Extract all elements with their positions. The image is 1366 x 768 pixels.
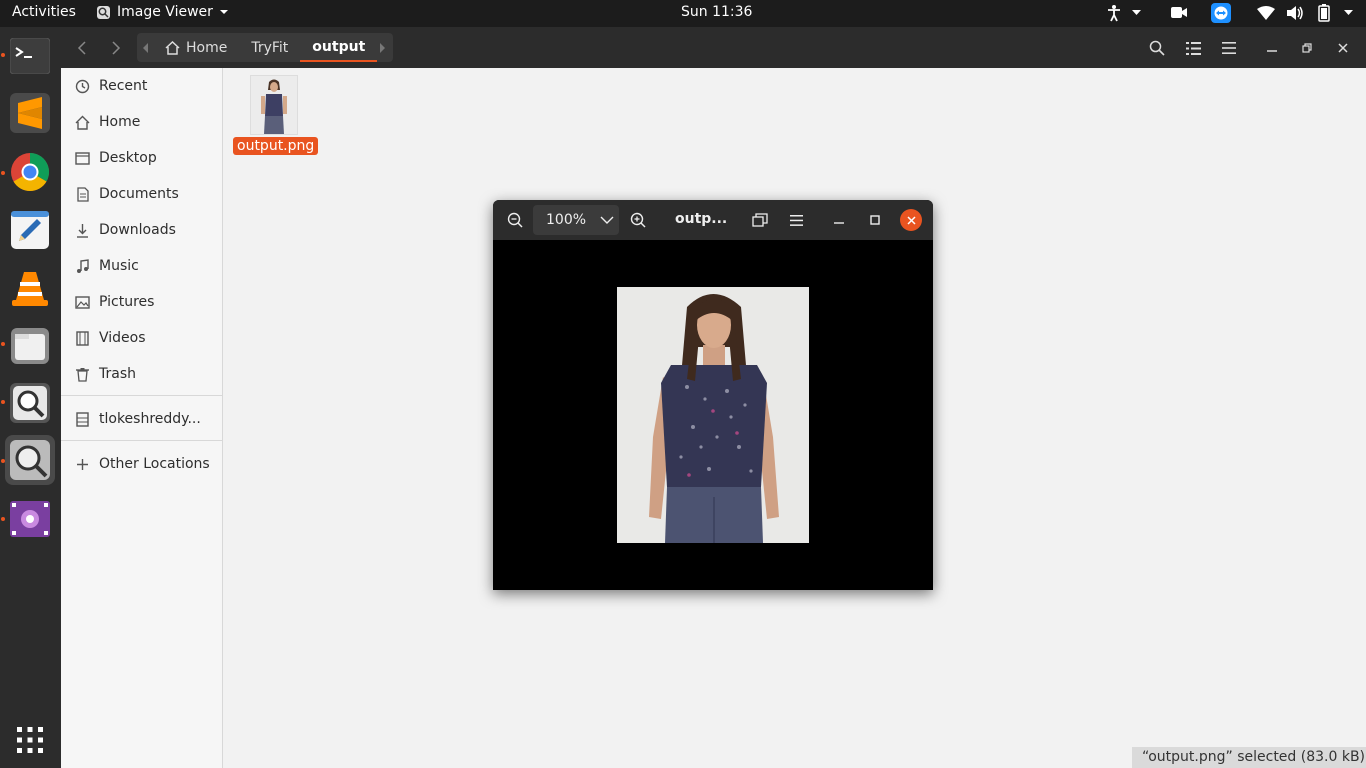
music-icon [75,258,90,274]
show-applications-icon[interactable] [5,715,55,765]
sidebar-item-label: tlokeshreddy... [99,411,201,427]
volume-icon[interactable] [1286,5,1304,21]
breadcrumb: Home TryFit output [137,33,394,62]
sidebar-item-label: Desktop [99,150,157,166]
sidebar-item-trash[interactable]: Trash [61,359,223,389]
back-button[interactable] [68,35,96,61]
chevron-down-icon [600,216,614,224]
close-button[interactable] [1329,35,1357,61]
video-player-icon[interactable] [5,494,55,544]
sublime-text-icon[interactable] [5,88,55,138]
sidebar-item-label: Pictures [99,294,155,310]
sidebar-item-label: Music [99,258,139,274]
top-bar: Activities Image Viewer Sun 11:36 [0,0,1366,27]
breadcrumb-left-arrow-icon[interactable] [137,42,153,53]
minimize-button[interactable] [1258,35,1286,61]
sidebar-item-documents[interactable]: Documents [61,179,223,209]
sidebar-divider [61,440,223,441]
list-view-button[interactable] [1179,35,1207,61]
home-icon [165,40,180,55]
sidebar-item-label: Downloads [99,222,176,238]
file-thumbnail[interactable] [250,75,298,135]
camera-icon[interactable] [1170,6,1188,19]
plus-icon [75,457,90,472]
zoom-level-dropdown[interactable]: 100% [533,205,619,235]
zoom-in-button[interactable] [626,208,650,232]
sidebar-item-home[interactable]: Home [61,107,223,137]
desktop-icon [75,151,90,166]
sidebar-item-label: Other Locations [99,456,210,472]
sidebar-item-label: Recent [99,78,148,94]
trash-icon [75,367,90,382]
image-viewer-icon[interactable] [5,378,55,428]
hamburger-menu-button[interactable] [1215,35,1243,61]
files-icon[interactable] [5,321,55,371]
sidebar-divider [61,395,223,396]
files-header-bar: Home TryFit output [61,27,1366,68]
home-icon [75,115,90,130]
sidebar-item-desktop[interactable]: Desktop [61,143,223,173]
wifi-icon[interactable] [1257,6,1275,20]
hamburger-menu-button[interactable] [785,208,807,232]
sidebar-item-recent[interactable]: Recent [61,71,223,101]
displayed-image[interactable] [617,287,809,543]
image-viewer-title: outp... [675,211,728,227]
breadcrumb-output[interactable]: output [300,33,378,62]
film-icon [75,330,90,346]
image-viewer-header-bar: 100% outp... [493,200,933,240]
sidebar-item-music[interactable]: Music [61,251,223,281]
teamviewer-icon[interactable] [1211,3,1231,23]
breadcrumb-home[interactable]: Home [153,33,239,62]
accessibility-icon[interactable] [1107,4,1121,22]
sidebar-item-label: Videos [99,330,146,346]
zoom-level-value: 100% [546,212,587,228]
vlc-icon[interactable] [5,263,55,313]
gallery-button[interactable] [749,208,771,232]
sidebar-item-label: Documents [99,186,179,202]
document-icon [75,186,90,202]
text-editor-icon[interactable] [5,205,55,255]
sidebar-item-other-locations[interactable]: Other Locations [61,449,223,479]
close-button[interactable] [900,209,922,231]
forward-button[interactable] [102,35,130,61]
image-viewer-app-icon [96,5,111,20]
file-name-label[interactable]: output.png [233,137,319,155]
maximize-button[interactable] [864,208,886,232]
sidebar-item-downloads[interactable]: Downloads [61,215,223,245]
battery-icon[interactable] [1318,4,1330,22]
search-button[interactable] [1143,35,1171,61]
chevron-down-icon[interactable] [1131,9,1142,16]
status-floating-bar: “output.png” selected (83.0 kB) [1132,747,1366,768]
app-menu-label: Image Viewer [117,4,213,20]
chevron-down-icon[interactable] [1343,9,1354,16]
chevron-down-icon [219,8,229,16]
download-icon [75,223,90,238]
terminal-icon[interactable] [5,31,55,81]
clock[interactable]: Sun 11:36 [681,4,752,20]
breadcrumb-tryfit[interactable]: TryFit [239,33,300,62]
minimize-button[interactable] [828,208,850,232]
sidebar-item-videos[interactable]: Videos [61,323,223,353]
drive-icon [75,411,90,427]
zoom-out-button[interactable] [503,208,527,232]
magnifier-icon[interactable] [5,435,55,485]
chrome-icon[interactable] [5,147,55,197]
places-sidebar: Recent Home Desktop Documents Downloads … [61,68,223,768]
sidebar-item-device[interactable]: tlokeshreddy... [61,404,223,434]
clock-icon [75,79,90,94]
maximize-button[interactable] [1293,35,1321,61]
activities-button[interactable]: Activities [12,4,76,20]
breadcrumb-right-arrow-icon[interactable] [377,42,393,53]
app-menu[interactable]: Image Viewer [96,4,229,20]
dock [0,27,61,768]
sidebar-item-label: Trash [99,366,136,382]
sidebar-item-pictures[interactable]: Pictures [61,287,223,317]
image-viewer-window: 100% outp... [493,200,933,590]
picture-icon [75,295,90,310]
sidebar-item-label: Home [99,114,141,130]
